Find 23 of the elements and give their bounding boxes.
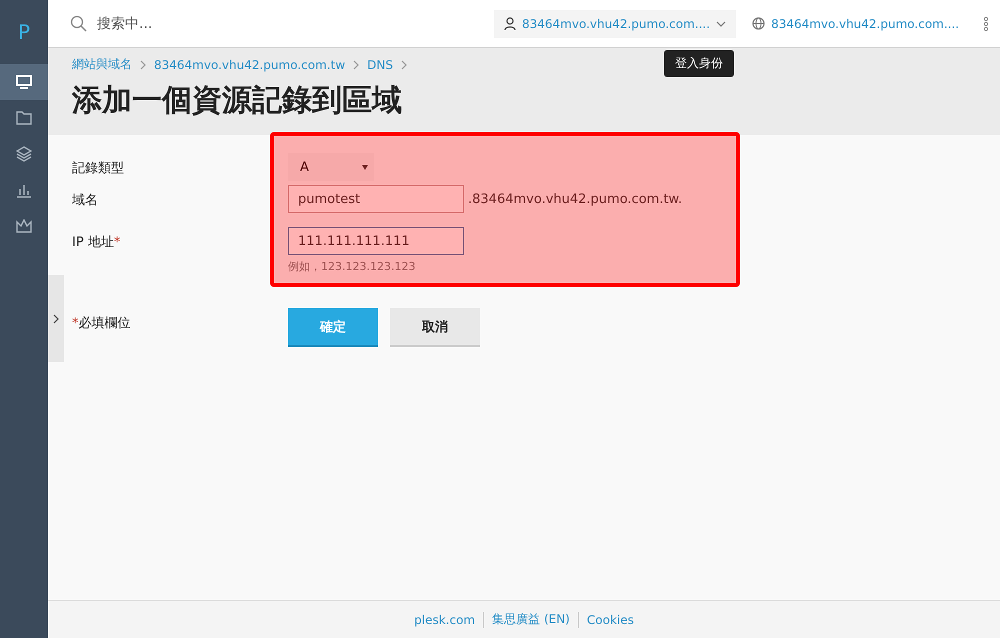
tooltip: 登入身份	[664, 50, 734, 77]
cancel-button[interactable]: 取消	[390, 308, 480, 347]
field-hint: 例如，123.123.123.123	[288, 259, 416, 274]
logo[interactable]: P	[0, 0, 48, 64]
search-field[interactable]: 搜索中...	[95, 14, 399, 32]
breadcrumb-link[interactable]: DNS	[367, 58, 393, 72]
type-dropdown[interactable]: A	[288, 153, 374, 181]
footer-link[interactable]: Cookies	[586, 612, 634, 626]
breadcrumb-link[interactable]: 83464mvo.vhu42.pumo.com.tw	[154, 58, 346, 72]
breadcrumb-link[interactable]: 網站與域名	[72, 56, 132, 73]
footer-link[interactable]: 集思廣益 (EN)	[492, 611, 570, 628]
user-menu[interactable]: 83464mvo.vhu42.pumo.com....	[494, 10, 736, 38]
page-title: 添加一個資源記錄到區域	[72, 83, 403, 119]
ok-button[interactable]: 確定	[288, 308, 378, 347]
field-label: 域名	[72, 192, 99, 210]
field-label: 記錄類型	[72, 160, 125, 178]
site-link[interactable]: 83464mvo.vhu42.pumo.com....	[752, 16, 960, 30]
field-label: IP 地址*	[72, 234, 122, 252]
domain-suffix: .83464mvo.vhu42.pumo.com.tw.	[468, 192, 682, 206]
footer-link[interactable]: plesk.com	[414, 612, 476, 626]
text-field[interactable]: 111.111.111.111	[288, 227, 464, 255]
required-note: *必填欄位	[72, 315, 132, 333]
text-field[interactable]: pumotest	[288, 185, 464, 213]
